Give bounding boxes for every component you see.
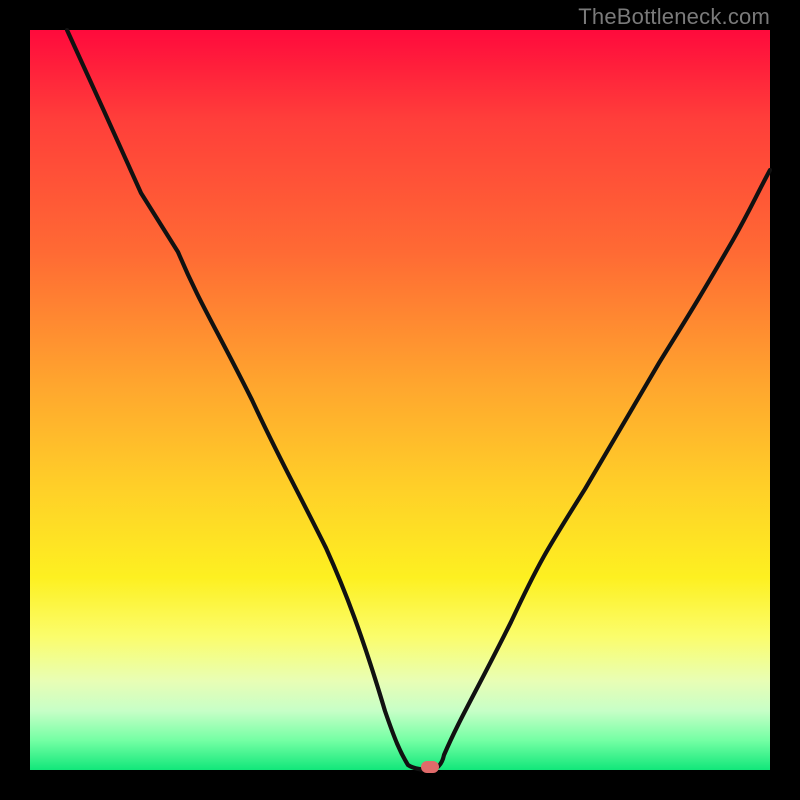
- optimum-marker: [421, 761, 439, 773]
- curve-layer: [0, 0, 800, 800]
- bottleneck-curve: [67, 30, 770, 770]
- watermark-text: TheBottleneck.com: [578, 4, 770, 30]
- chart-frame: TheBottleneck.com: [0, 0, 800, 800]
